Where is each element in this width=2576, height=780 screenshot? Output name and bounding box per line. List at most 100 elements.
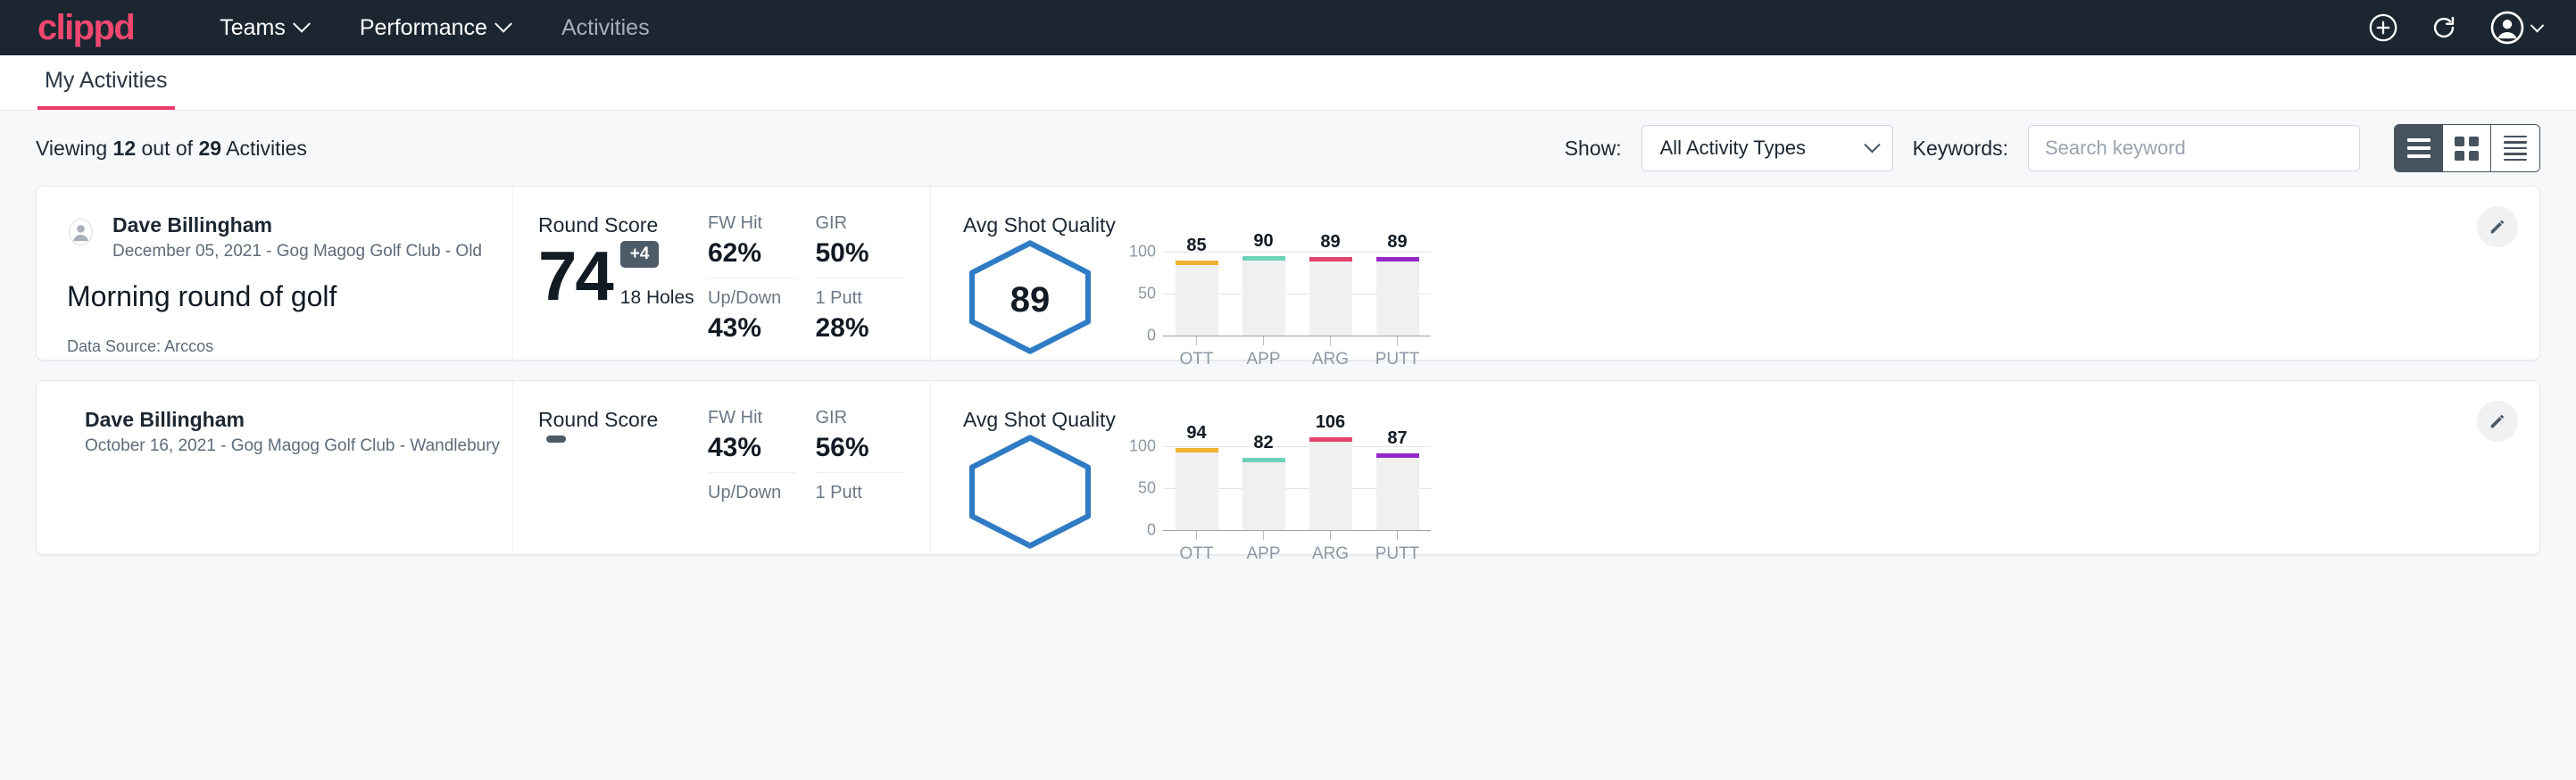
edit-activity-button[interactable] (2477, 401, 2518, 442)
chart-bar (1376, 261, 1419, 336)
activity-list: Dave Billingham December 05, 2021 - Gog … (0, 186, 2576, 555)
chart-x-tick-label: APP (1246, 350, 1280, 369)
activity-data-source: Data Source: Arccos (67, 337, 482, 356)
activity-type-select[interactable]: All Activity Types (1641, 125, 1893, 171)
viewing-middle: out of (136, 137, 198, 160)
stat-fw-hit: FW Hit 62% (708, 213, 796, 278)
top-bar-actions (2368, 10, 2542, 46)
add-icon[interactable] (2368, 12, 2398, 43)
activity-card[interactable]: Dave Billingham December 05, 2021 - Gog … (36, 186, 2540, 361)
avg-shot-quality-section: Avg Shot Quality 89 050100 85908989 OTTA… (931, 187, 2539, 360)
compact-view-toggle[interactable] (2491, 125, 2539, 171)
nav-item-activities[interactable]: Activities (540, 8, 671, 48)
chart-gridline (1163, 530, 1431, 531)
view-mode-toggle-group (2394, 124, 2540, 172)
stat-gir: GIR 56% (816, 408, 904, 473)
viewing-count: 12 (113, 137, 137, 160)
refresh-icon[interactable] (2429, 12, 2459, 43)
chart-x-tick-label: OTT (1180, 544, 1214, 564)
chart-x-tick: ARG (1297, 336, 1364, 369)
chart-x-tick: OTT (1163, 530, 1230, 564)
score-to-par-badge (546, 436, 566, 443)
chart-x-tick: APP (1230, 336, 1297, 369)
round-score-value: 74 (538, 245, 612, 309)
chart-bar (1309, 441, 1352, 530)
viewing-count-text: Viewing 12 out of 29 Activities (36, 137, 307, 161)
chart-x-tick: PUTT (1364, 336, 1431, 369)
viewing-total: 29 (198, 137, 221, 160)
stat-label: Up/Down (708, 483, 796, 503)
chart-x-axis: OTT APP ARG PUTT (1163, 530, 1431, 564)
shot-quality-value: 89 (963, 239, 1097, 360)
chart-bar (1242, 461, 1285, 530)
chart-bar (1376, 457, 1419, 530)
main-nav: Teams Performance Activities (198, 8, 2368, 48)
chart-y-tick-label: 100 (1129, 437, 1156, 456)
stat-up-down: Up/Down (708, 473, 796, 508)
chart-bar (1176, 264, 1218, 336)
grid-view-toggle[interactable] (2443, 125, 2491, 171)
nav-item-label: Performance (360, 15, 487, 41)
chart-bar-value-label: 87 (1387, 428, 1407, 449)
list-view-toggle[interactable] (2395, 125, 2443, 171)
score-to-par-badge: +4 (620, 241, 660, 268)
edit-icon (2488, 217, 2507, 236)
avatar (67, 213, 95, 251)
chart-plot-area: 85908989 (1163, 239, 1431, 336)
author-name: Dave Billingham (112, 213, 482, 236)
chart-tick-mark (1330, 336, 1331, 345)
clippd-logo[interactable]: clippd (37, 10, 134, 46)
nav-item-label: Activities (561, 15, 650, 41)
chart-bar (1309, 261, 1352, 336)
stat-fw-hit: FW Hit 43% (708, 408, 796, 473)
activity-card[interactable]: Dave Billingham October 16, 2021 - Gog M… (36, 380, 2540, 555)
chevron-down-icon (2530, 18, 2545, 32)
chart-x-tick: PUTT (1364, 530, 1431, 564)
activity-date-course: December 05, 2021 - Gog Magog Golf Club … (112, 242, 482, 261)
chart-x-tick-label: PUTT (1375, 350, 1420, 369)
chart-x-tick-label: ARG (1312, 544, 1349, 564)
stat-up-down: Up/Down 43% (708, 278, 796, 344)
activity-author: Dave Billingham December 05, 2021 - Gog … (67, 213, 482, 261)
shot-quality-bar-chart: 050100 85908989 OTTAPPARGPUTT (1122, 239, 2486, 369)
keywords-label: Keywords: (1913, 137, 2008, 161)
chevron-down-icon (293, 15, 311, 33)
stat-gir: GIR 50% (816, 213, 904, 278)
list-icon (2407, 138, 2431, 158)
activity-info: Dave Billingham December 05, 2021 - Gog … (37, 187, 513, 360)
tab-my-activities[interactable]: My Activities (37, 68, 175, 110)
nav-item-teams[interactable]: Teams (198, 8, 329, 48)
chart-bar (1176, 452, 1218, 530)
chart-bar-cap (1309, 257, 1352, 261)
stat-one-putt: 1 Putt (816, 473, 904, 508)
stat-one-putt: 1 Putt 28% (816, 278, 904, 344)
account-menu[interactable] (2489, 10, 2542, 46)
account-icon (2489, 10, 2525, 46)
chevron-down-icon (494, 15, 512, 33)
stat-label: GIR (816, 213, 904, 234)
shot-quality-hexagon (963, 434, 1097, 554)
chart-tick-mark (1196, 530, 1197, 540)
filter-controls: Show: All Activity Types Keywords: (1565, 124, 2540, 172)
nav-item-performance[interactable]: Performance (338, 8, 531, 48)
chart-x-tick-label: APP (1246, 544, 1280, 564)
stat-label: 1 Putt (816, 483, 904, 503)
chart-bar-cap (1242, 256, 1285, 261)
nav-item-label: Teams (220, 15, 286, 41)
stat-label: Up/Down (708, 288, 796, 309)
chart-bar-value-label: 94 (1186, 423, 1206, 444)
activity-info: Dave Billingham October 16, 2021 - Gog M… (37, 381, 513, 554)
chart-bars: 948210687 (1163, 434, 1431, 530)
compact-list-icon (2504, 136, 2527, 162)
stat-value: 56% (816, 433, 904, 463)
chart-y-tick-label: 50 (1138, 285, 1156, 303)
activity-author: Dave Billingham October 16, 2021 - Gog M… (67, 408, 482, 456)
chart-bar-cap (1376, 257, 1419, 261)
activity-date-course: October 16, 2021 - Gog Magog Golf Club -… (85, 436, 500, 456)
search-input[interactable] (2028, 125, 2360, 171)
chart-x-axis: OTTAPPARGPUTT (1163, 336, 1431, 369)
edit-activity-button[interactable] (2477, 206, 2518, 247)
chart-x-tick-label: ARG (1312, 350, 1349, 369)
chart-x-tick-label: PUTT (1375, 544, 1420, 564)
stat-label: FW Hit (708, 213, 796, 234)
